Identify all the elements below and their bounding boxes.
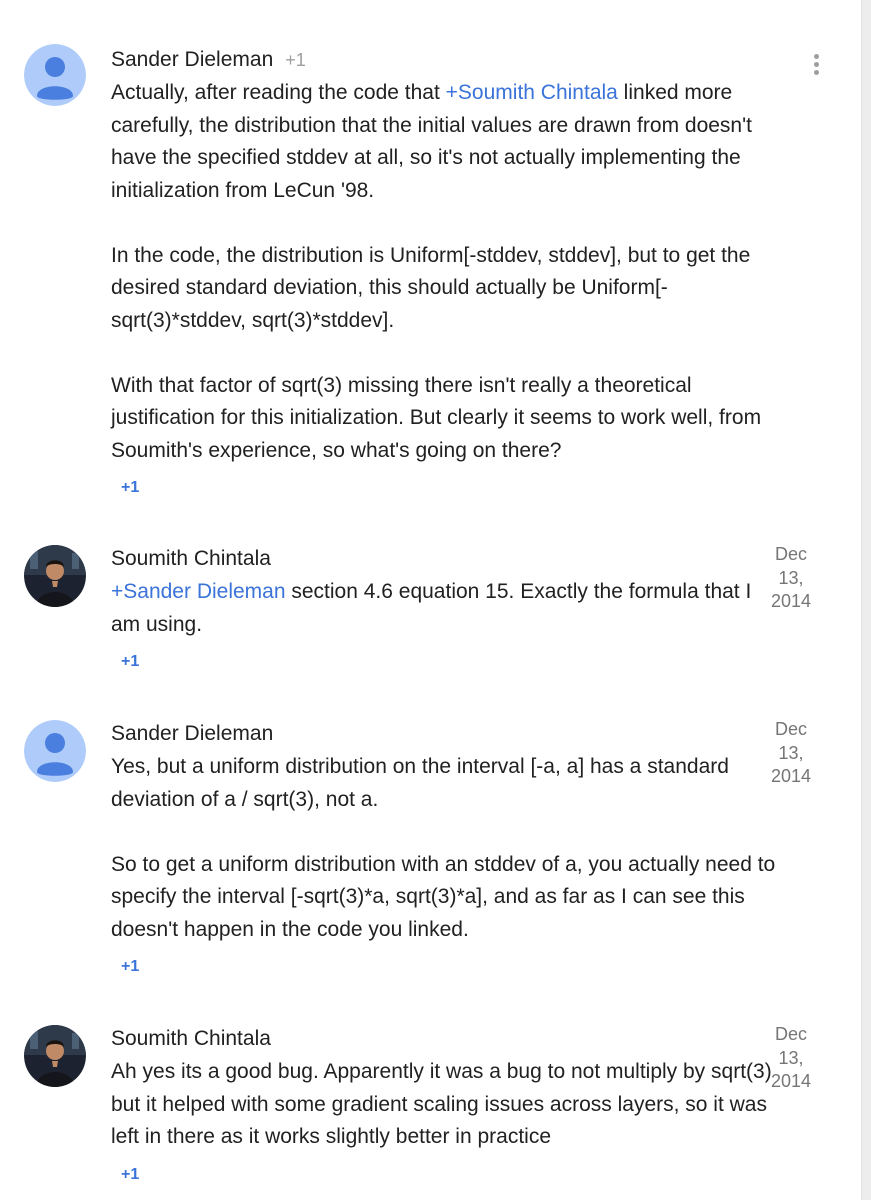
profile-photo-icon: [24, 1025, 86, 1087]
avatar[interactable]: [24, 545, 86, 607]
author-name[interactable]: Sander Dieleman: [111, 722, 273, 745]
comment-body: Ah yes its a good bug. Apparently it was…: [111, 1056, 781, 1154]
avatar[interactable]: [24, 1025, 86, 1087]
author-line: Soumith Chintala: [111, 543, 271, 575]
author-name[interactable]: Soumith Chintala: [111, 1027, 271, 1050]
author-line: Soumith Chintala: [111, 1023, 271, 1055]
comment-paragraph: +Sander Dieleman section 4.6 equation 15…: [111, 576, 781, 641]
plus-one-button[interactable]: +1: [121, 958, 139, 976]
more-vert-icon[interactable]: [806, 54, 826, 80]
comment-item: Soumith Chintala Dec 13, 2014 +Sander Di…: [0, 543, 860, 683]
comment-body: +Sander Dieleman section 4.6 equation 15…: [111, 576, 781, 641]
avatar[interactable]: [24, 720, 86, 782]
author-name[interactable]: Soumith Chintala: [111, 547, 271, 570]
comment-paragraph: Yes, but a uniform distribution on the i…: [111, 755, 729, 811]
comment-item: Soumith Chintala Dec 13, 2014 Ah yes its…: [0, 1023, 860, 1200]
plus-one-button[interactable]: +1: [121, 479, 139, 497]
comment-body: Actually, after reading the code that +S…: [111, 77, 781, 467]
author-name[interactable]: Sander Dieleman: [111, 48, 273, 71]
plus-one-button[interactable]: +1: [121, 653, 139, 671]
author-line: Sander Dieleman +1: [111, 44, 306, 76]
mention-link[interactable]: +Soumith Chintala: [446, 81, 618, 104]
profile-photo-icon: [24, 545, 86, 607]
comment-paragraph: Actually, after reading the code that +S…: [111, 77, 781, 207]
comment-paragraph: So to get a uniform distribution with an…: [111, 852, 776, 941]
comment-paragraph: In the code, the distribution is Uniform…: [111, 243, 751, 332]
person-icon: [24, 44, 86, 106]
person-icon: [24, 720, 86, 782]
avatar[interactable]: [24, 44, 86, 106]
text: Actually, after reading the code that: [111, 81, 446, 104]
mention-link[interactable]: +Sander Dieleman: [111, 580, 286, 603]
comment-paragraph: With that factor of sqrt(3) missing ther…: [111, 373, 762, 462]
plus-count: +1: [285, 50, 306, 70]
scrollbar[interactable]: [861, 0, 871, 1200]
plus-one-button[interactable]: +1: [121, 1166, 139, 1184]
comment-item: Sander Dieleman +1 Actually, after readin…: [0, 44, 860, 504]
comment-body: Yes, but a uniform distribution on the i…: [111, 751, 781, 946]
comment-item: Sander Dieleman Dec 13, 2014 Yes, but a …: [0, 718, 860, 988]
author-line: Sander Dieleman: [111, 718, 273, 750]
comment-paragraph: Ah yes its a good bug. Apparently it was…: [111, 1060, 772, 1148]
